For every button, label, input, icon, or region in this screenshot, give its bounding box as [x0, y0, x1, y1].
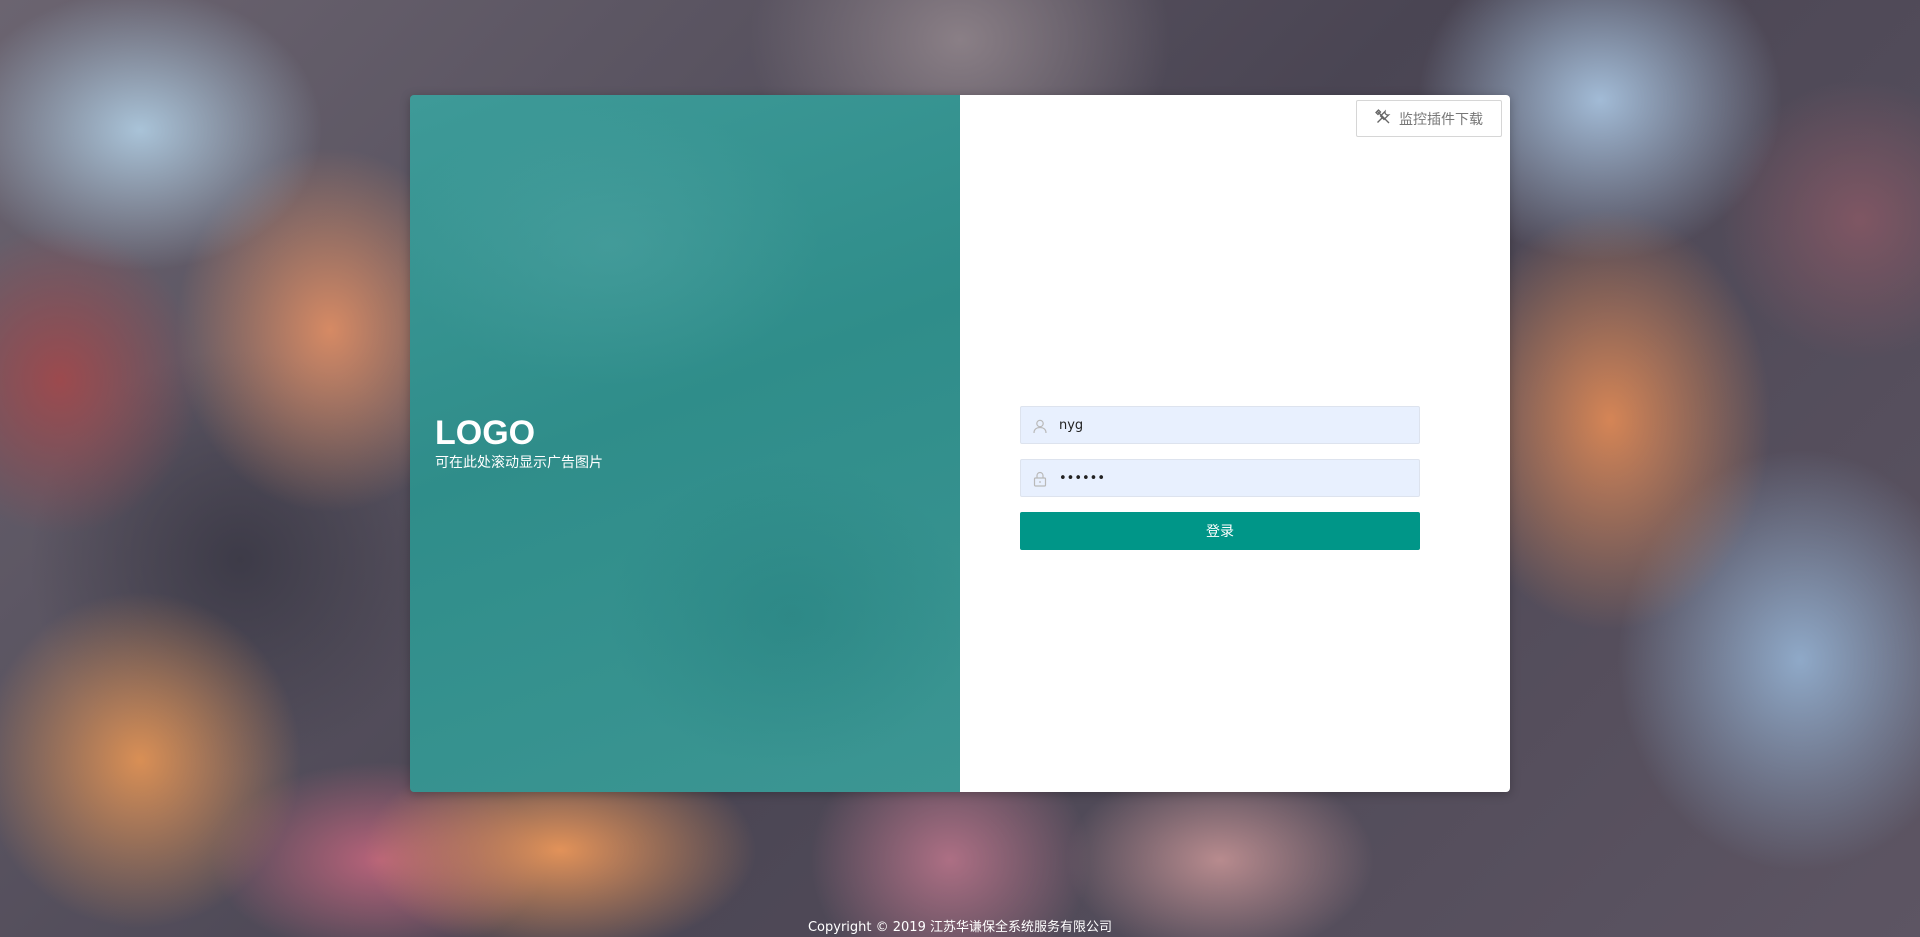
login-button[interactable]: 登录 — [1020, 512, 1420, 550]
logo-subtitle: 可在此处滚动显示广告图片 — [435, 455, 603, 471]
brand-panel: LOGO 可在此处滚动显示广告图片 — [410, 95, 960, 792]
user-icon — [1032, 418, 1048, 434]
password-input[interactable] — [1059, 460, 1409, 496]
lock-icon — [1032, 471, 1048, 487]
logo-block: LOGO 可在此处滚动显示广告图片 — [435, 413, 603, 473]
logo-text: LOGO — [435, 414, 536, 452]
password-field — [1020, 459, 1420, 497]
login-panel: 监控插件下载 nyg 登录 — [960, 95, 1510, 792]
plugin-download-label: 监控插件下载 — [1399, 111, 1483, 128]
login-form: 登录 — [1020, 406, 1420, 550]
username-input[interactable] — [1059, 407, 1409, 443]
username-field — [1020, 406, 1420, 444]
login-card: LOGO 可在此处滚动显示广告图片 监控插件下载 nyg 登录 — [410, 95, 1510, 792]
tools-icon — [1375, 108, 1391, 129]
plugin-download-button[interactable]: 监控插件下载 — [1356, 100, 1502, 137]
copyright-footer: Copyright © 2019 江苏华谦保全系统服务有限公司 — [807, 920, 1112, 935]
